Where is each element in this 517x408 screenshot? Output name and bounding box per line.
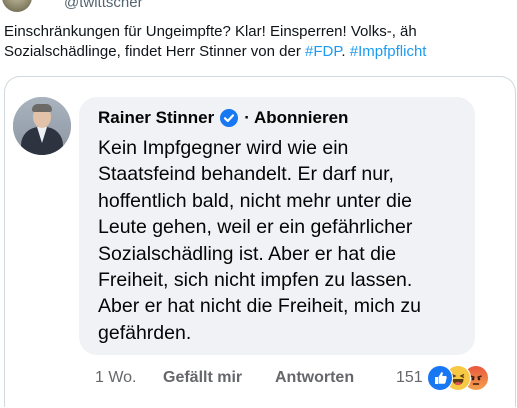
tweet-text: Einschränkungen für Ungeimpfte? Klar! Ei… (4, 22, 509, 62)
tweet-author-handle[interactable]: @twittscher (64, 0, 143, 12)
reply-button[interactable]: Antworten (275, 367, 354, 389)
follow-button[interactable]: · Abonnieren (244, 108, 348, 128)
like-button[interactable]: Gefällt mir (163, 367, 242, 389)
reactions-summary[interactable] (427, 365, 501, 391)
verified-badge-icon (220, 109, 239, 127)
comment-bubble: Rainer Stinner · Abonnieren Kein Impfgeg… (79, 97, 475, 355)
tweet-page: @twittscher Einschränkungen für Ungeimpf… (0, 0, 517, 408)
tweet-author-avatar[interactable] (2, 0, 32, 12)
tweet-media-image[interactable]: Rainer Stinner · Abonnieren Kein Impfgeg… (4, 76, 516, 407)
reaction-count[interactable]: 151 (396, 367, 423, 389)
comment-timestamp[interactable]: 1 Wo. (95, 367, 137, 389)
tweet-header: @twittscher (0, 0, 517, 14)
commenter-avatar[interactable] (13, 97, 71, 155)
comment-text: Kein Impfgegner wird wie ein Staatsfeind… (98, 137, 421, 344)
hashtag-impfpflicht-link[interactable]: #Impfpflicht (350, 43, 427, 60)
tweet-text-separator: . (341, 43, 350, 60)
comment-author-name[interactable]: Rainer Stinner (98, 108, 214, 128)
comment-author-row: Rainer Stinner · Abonnieren (98, 107, 348, 129)
avatar-hair (32, 104, 52, 112)
like-reaction-icon (427, 365, 453, 391)
comment-actions: 1 Wo. Gefällt mir Antworten (95, 367, 425, 389)
hashtag-fdp-link[interactable]: #FDP (305, 43, 341, 60)
